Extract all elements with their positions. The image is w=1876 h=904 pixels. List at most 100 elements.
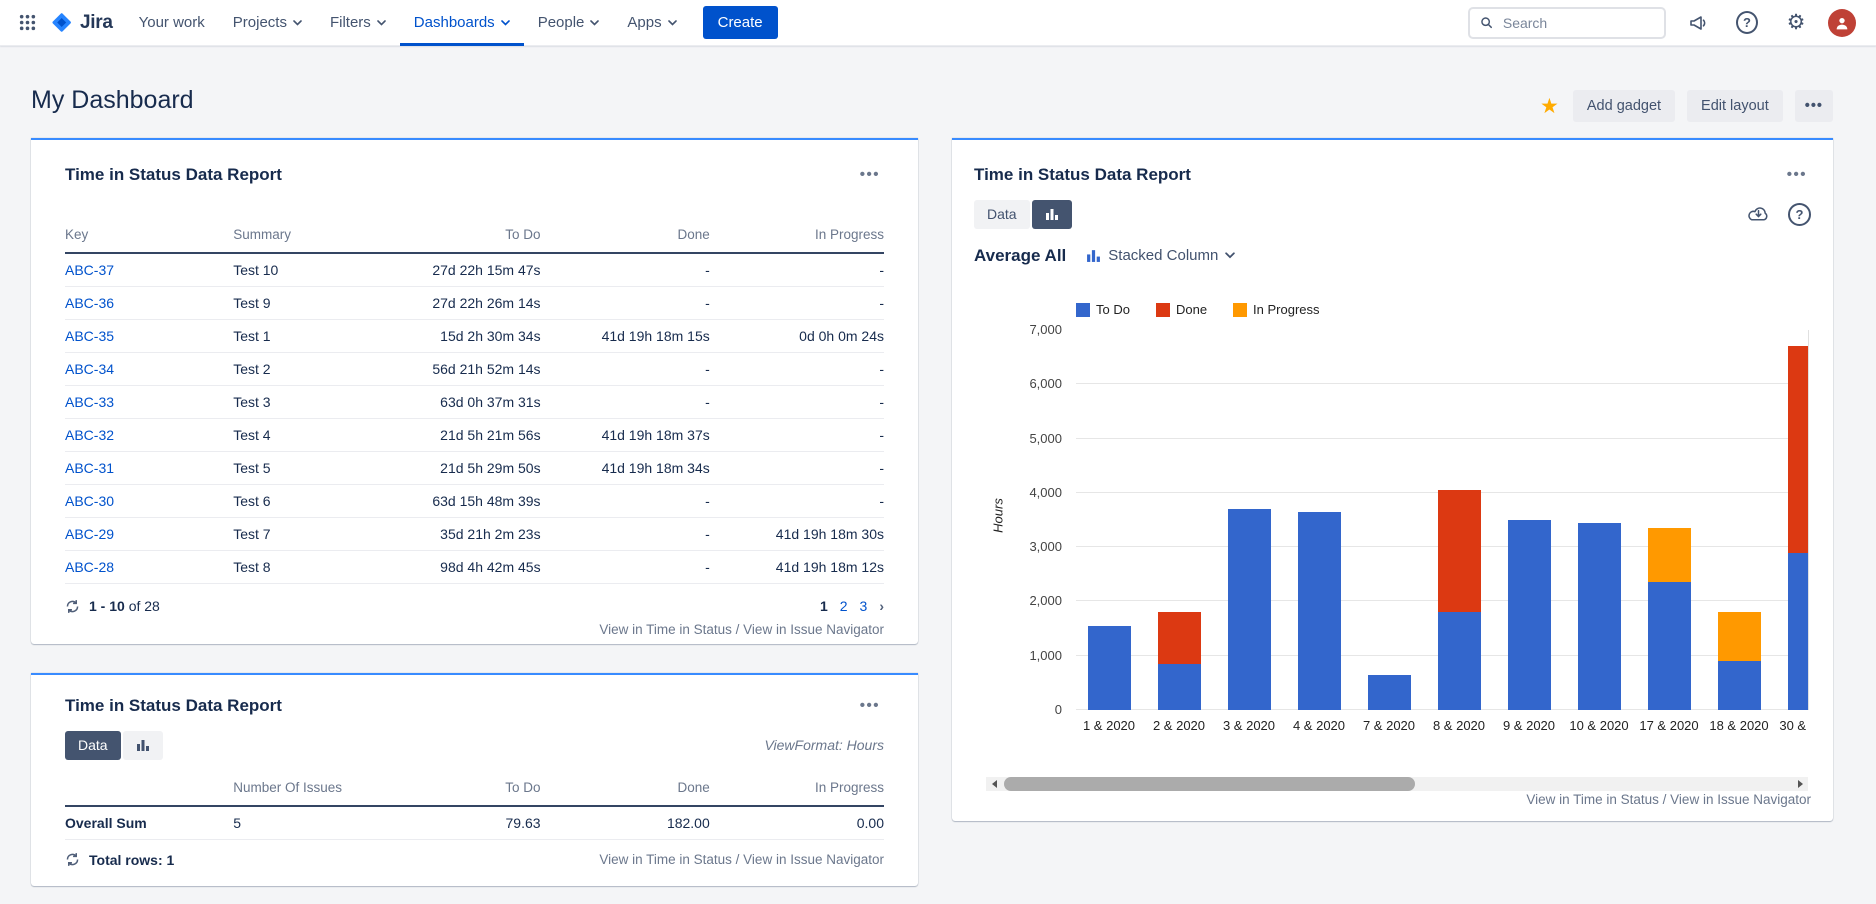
refresh-icon: [65, 599, 80, 614]
issue-key-link[interactable]: ABC-28: [65, 559, 114, 575]
gadget-title: Time in Status Data Report: [65, 165, 282, 185]
chart-scrollbar[interactable]: [986, 777, 1808, 791]
bar-segment-done[interactable]: [1788, 346, 1810, 552]
refresh-button[interactable]: [65, 599, 80, 614]
issue-todo-cell: 56d 21h 52m 14s: [375, 353, 540, 386]
search-box[interactable]: [1468, 7, 1666, 39]
bar-segment-to-do[interactable]: [1158, 664, 1201, 710]
dashboard-more-button[interactable]: •••: [1795, 90, 1833, 122]
chart-help-button[interactable]: ?: [1788, 203, 1811, 226]
issue-summary-cell: Test 1: [233, 320, 375, 353]
bar-segment-to-do[interactable]: [1088, 626, 1131, 710]
view-in-issue-navigator-link[interactable]: View in Issue Navigator: [1670, 792, 1811, 807]
scrollbar-track[interactable]: [1002, 777, 1792, 791]
bar-segment-to-do[interactable]: [1718, 661, 1761, 710]
bar-segment-done[interactable]: [1438, 490, 1481, 612]
bar-segment-to-do[interactable]: [1648, 582, 1691, 710]
issue-inprogress-cell: 41d 19h 18m 12s: [710, 551, 884, 584]
chart-controls: Average All Stacked Column: [974, 246, 1811, 266]
chart-type-select[interactable]: Stacked Column: [1080, 246, 1241, 265]
nav-people[interactable]: People: [524, 0, 614, 46]
nav-projects[interactable]: Projects: [219, 0, 316, 46]
y-tick-label: 0: [1055, 702, 1062, 717]
issue-done-cell: -: [541, 518, 710, 551]
data-view-button[interactable]: Data: [974, 200, 1030, 229]
favorite-star-button[interactable]: ★: [1538, 96, 1561, 117]
edit-layout-button[interactable]: Edit layout: [1687, 90, 1783, 122]
view-in-issue-navigator-link[interactable]: View in Issue Navigator: [743, 622, 884, 637]
scroll-left-button[interactable]: [986, 777, 1002, 791]
bar-segment-to-do[interactable]: [1438, 612, 1481, 710]
issue-key-link[interactable]: ABC-30: [65, 493, 114, 509]
help-button[interactable]: ?: [1730, 6, 1764, 40]
gadget-more-button[interactable]: •••: [856, 164, 884, 185]
issue-key-link[interactable]: ABC-31: [65, 460, 114, 476]
issue-key-link[interactable]: ABC-35: [65, 328, 114, 344]
bar-segment-to-do[interactable]: [1508, 520, 1551, 710]
page-3[interactable]: 3: [860, 598, 868, 614]
search-input[interactable]: [1501, 14, 1654, 32]
bar-segment-to-do[interactable]: [1788, 553, 1810, 710]
page-1[interactable]: 1: [820, 598, 828, 614]
jira-logo[interactable]: Jira: [44, 11, 125, 34]
gadget-more-button[interactable]: •••: [856, 695, 884, 716]
avatar[interactable]: [1828, 9, 1856, 37]
legend-item: To Do: [1076, 302, 1130, 317]
star-icon: ★: [1540, 95, 1559, 118]
add-gadget-button[interactable]: Add gadget: [1573, 90, 1675, 122]
chart-view-button[interactable]: [123, 731, 163, 760]
issues-table: Key Summary To Do Done In Progress ABC-3…: [65, 219, 884, 584]
data-view-button[interactable]: Data: [65, 731, 121, 760]
col-todo: To Do: [375, 772, 540, 806]
view-in-time-in-status-link[interactable]: View in Time in Status: [1526, 792, 1659, 807]
announcements-button[interactable]: [1681, 6, 1715, 40]
nav-filters[interactable]: Filters: [316, 0, 400, 46]
issue-key-link[interactable]: ABC-36: [65, 295, 114, 311]
scroll-right-button[interactable]: [1792, 777, 1808, 791]
col-inprogress: In Progress: [710, 219, 884, 253]
table-row: ABC-34 Test 2 56d 21h 52m 14s - -: [65, 353, 884, 386]
page-2[interactable]: 2: [840, 598, 848, 614]
bar-segment-to-do[interactable]: [1228, 509, 1271, 710]
bar-segment-to-do[interactable]: [1368, 675, 1411, 710]
arrow-right-icon: [1798, 780, 1803, 788]
help-icon: ?: [1736, 11, 1758, 34]
link-separator: /: [736, 852, 740, 867]
view-in-time-in-status-link[interactable]: View in Time in Status: [599, 622, 732, 637]
issue-key-link[interactable]: ABC-34: [65, 361, 114, 377]
gadget-more-button[interactable]: •••: [1783, 164, 1811, 185]
issue-key-cell: ABC-32: [65, 419, 233, 452]
create-button[interactable]: Create: [703, 6, 778, 39]
nav-dashboards[interactable]: Dashboards: [400, 0, 524, 46]
nav-your-work[interactable]: Your work: [125, 0, 219, 46]
y-tick-label: 1,000: [1029, 648, 1062, 663]
chart-view-button[interactable]: [1032, 200, 1072, 229]
bar-segment-to-do[interactable]: [1578, 523, 1621, 710]
scrollbar-thumb[interactable]: [1004, 777, 1415, 791]
nav-apps[interactable]: Apps: [613, 0, 690, 46]
refresh-button[interactable]: [65, 852, 80, 867]
bar-segment-done[interactable]: [1158, 612, 1201, 664]
app-switcher-button[interactable]: [10, 6, 44, 40]
bar-segment-in-progress[interactable]: [1648, 528, 1691, 582]
legend-swatch: [1156, 303, 1170, 317]
next-page-button[interactable]: ›: [879, 598, 884, 614]
issue-key-cell: ABC-30: [65, 485, 233, 518]
issue-key-link[interactable]: ABC-29: [65, 526, 114, 542]
issue-key-link[interactable]: ABC-37: [65, 262, 114, 278]
view-in-issue-navigator-link[interactable]: View in Issue Navigator: [743, 852, 884, 867]
issue-key-link[interactable]: ABC-32: [65, 427, 114, 443]
table-row: ABC-33 Test 3 63d 0h 37m 31s - -: [65, 386, 884, 419]
issue-inprogress-cell: 41d 19h 18m 30s: [710, 518, 884, 551]
issue-summary-cell: Test 5: [233, 452, 375, 485]
bar-segment-to-do[interactable]: [1298, 512, 1341, 710]
issue-summary-cell: Test 2: [233, 353, 375, 386]
export-download-button[interactable]: [1747, 205, 1770, 223]
settings-button[interactable]: ⚙: [1779, 6, 1813, 40]
gridline: [1076, 383, 1808, 384]
view-in-time-in-status-link[interactable]: View in Time in Status: [599, 852, 732, 867]
gadget-toolbar: Data ?: [974, 200, 1811, 229]
issue-key-link[interactable]: ABC-33: [65, 394, 114, 410]
bar-segment-in-progress[interactable]: [1718, 612, 1761, 661]
legend-item: Done: [1156, 302, 1207, 317]
